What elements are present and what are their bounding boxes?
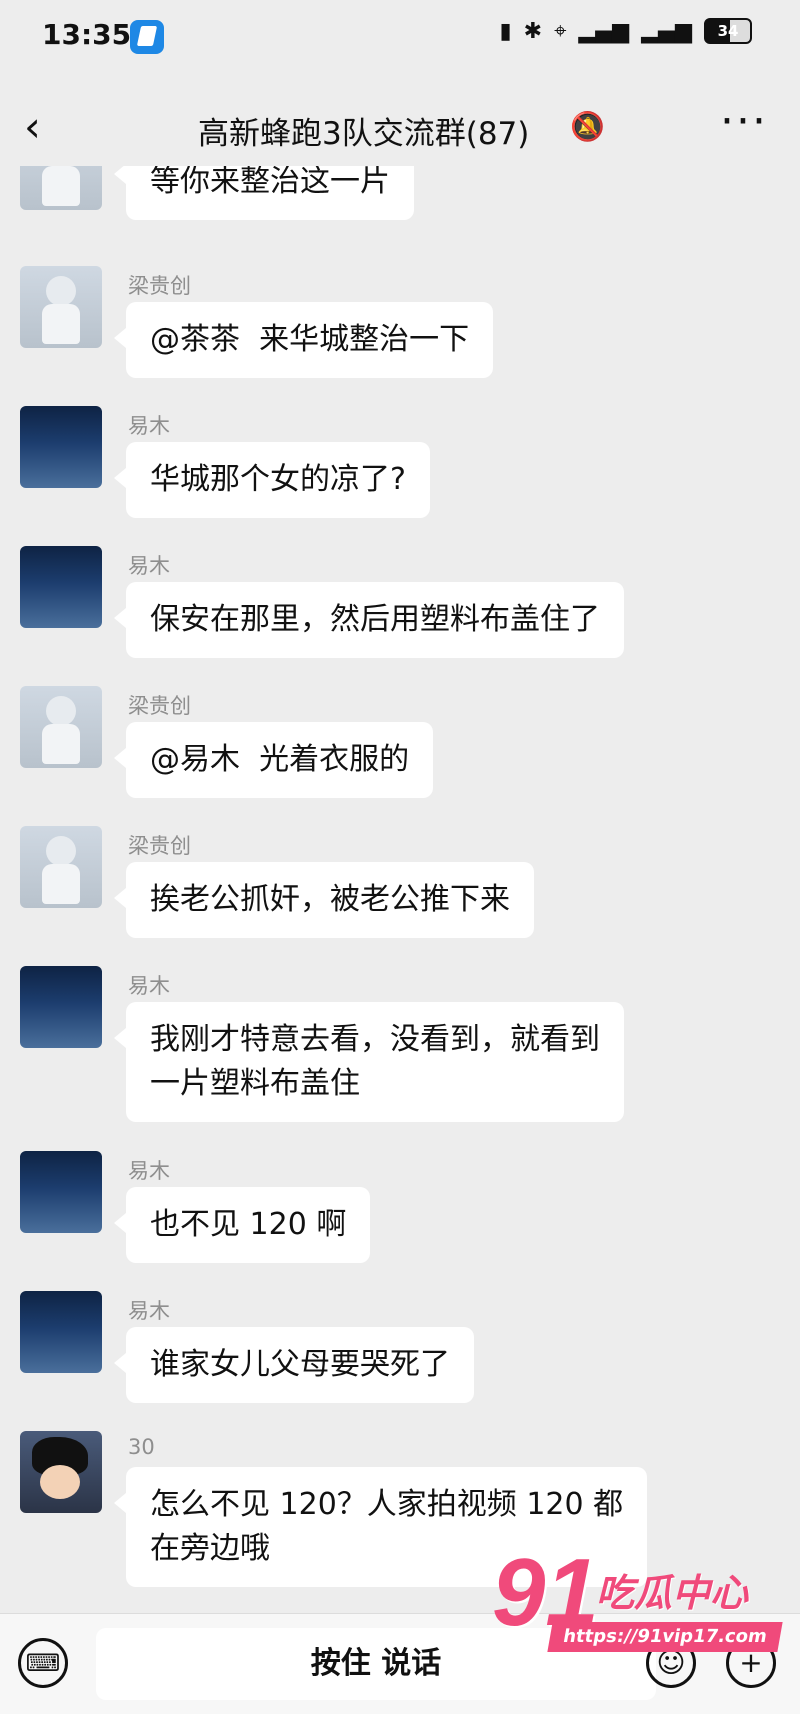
message-item: 易木 我刚才特意去看，没看到，就看到 一片塑料布盖住 xyxy=(0,966,800,1136)
message-item: 易木 也不见 120 啊 xyxy=(0,1151,800,1271)
status-bar: 13:35 ▮ ✱ ⌖ ▂▄▆ ▂▄▆ 34 xyxy=(0,0,800,78)
avatar[interactable] xyxy=(20,1291,102,1373)
app-notification-icon xyxy=(130,20,164,54)
signal-5g-icon-2: ▂▄▆ xyxy=(641,18,692,44)
chat-title: 高新蜂跑3队交流群(87) xyxy=(198,116,530,152)
watermark-logo: 91 吃瓜中心 https://91vip17.com xyxy=(492,1538,792,1658)
avatar[interactable] xyxy=(20,1431,102,1513)
location-icon: ⌖ xyxy=(554,18,567,44)
sender-name: 易木 xyxy=(128,974,170,998)
back-icon[interactable]: ‹ xyxy=(24,102,41,151)
sender-name: 梁贵创 xyxy=(128,274,191,298)
message-item: 易木 保安在那里，然后用塑料布盖住了 xyxy=(0,546,800,666)
message-bubble[interactable]: @茶茶 来华城整治一下 xyxy=(113,302,494,378)
sender-name: 易木 xyxy=(128,1159,170,1183)
watermark-url: https://91vip17.com xyxy=(547,1622,783,1652)
more-options-icon[interactable]: ··· xyxy=(720,96,768,147)
avatar[interactable] xyxy=(20,166,102,210)
avatar[interactable] xyxy=(20,966,102,1048)
message-bubble[interactable]: 我刚才特意去看，没看到，就看到 一片塑料布盖住 xyxy=(114,1002,624,1122)
message-item: 易木 谁家女儿父母要哭死了 xyxy=(0,1291,800,1411)
avatar[interactable] xyxy=(20,406,102,488)
message-item: 梁贵创 挨老公抓奸，被老公推下来 xyxy=(0,826,800,946)
signal-5g-icon: ▂▄▆ xyxy=(578,18,630,44)
message-item: 易木 华城那个女的凉了? xyxy=(0,406,800,526)
message-bubble[interactable]: 等你来整治这一片 xyxy=(114,166,414,220)
message-bubble[interactable]: 也不见 120 啊 xyxy=(113,1187,371,1263)
chat-header: ‹ 高新蜂跑3队交流群(87) 🔕 ··· xyxy=(0,88,800,166)
bluetooth-icon: ✱ xyxy=(523,18,543,44)
system-icons: ▮ ✱ ⌖ ▂▄▆ ▂▄▆ 34 xyxy=(500,18,752,44)
sender-name: 易木 xyxy=(128,554,170,578)
avatar[interactable] xyxy=(20,546,102,628)
vibration-icon: ▮ xyxy=(499,18,512,44)
message-bubble[interactable]: 华城那个女的凉了? xyxy=(114,442,430,518)
sender-name: 梁贵创 xyxy=(128,694,191,718)
message-item: 梁贵创 @茶茶 来华城整治一下 xyxy=(0,266,800,386)
message-bubble[interactable]: 保安在那里，然后用塑料布盖住了 xyxy=(114,582,624,658)
watermark-site-name: 吃瓜中心 xyxy=(596,1571,749,1615)
avatar[interactable] xyxy=(20,266,102,348)
sender-name: 易木 xyxy=(128,1299,170,1323)
sender-name: 30 xyxy=(128,1435,155,1459)
message-item: 等你来整治这一片 xyxy=(0,166,800,248)
mute-icon: 🔕 xyxy=(570,110,605,143)
battery-icon: 34 xyxy=(704,18,752,44)
avatar[interactable] xyxy=(20,686,102,768)
chat-history[interactable]: 等你来整治这一片 梁贵创 @茶茶 来华城整治一下 易木 华城那个女的凉了? 易木… xyxy=(0,166,800,1616)
sender-name: 易木 xyxy=(128,414,170,438)
status-time: 13:35 xyxy=(42,18,132,51)
message-bubble[interactable]: 谁家女儿父母要哭死了 xyxy=(114,1327,474,1403)
avatar[interactable] xyxy=(20,826,102,908)
message-bubble[interactable]: @易木 光着衣服的 xyxy=(113,722,434,798)
sender-name: 梁贵创 xyxy=(128,834,191,858)
message-item: 梁贵创 @易木 光着衣服的 xyxy=(0,686,800,806)
avatar[interactable] xyxy=(20,1151,102,1233)
message-bubble[interactable]: 挨老公抓奸，被老公推下来 xyxy=(114,862,534,938)
keyboard-icon[interactable]: ⌨ xyxy=(18,1638,68,1688)
